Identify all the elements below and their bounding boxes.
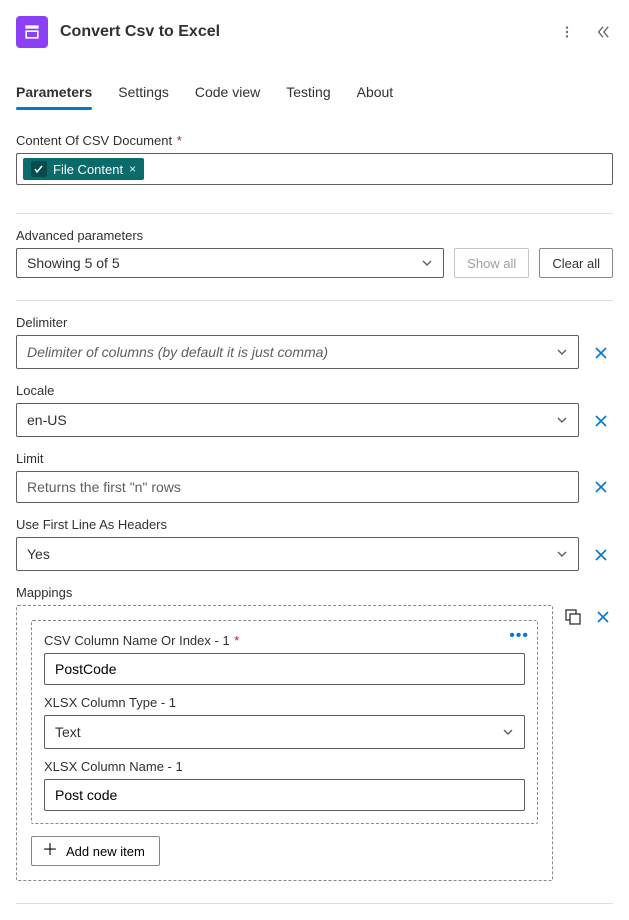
token-remove-icon[interactable]: ×: [129, 162, 136, 176]
remove-headers-button[interactable]: [589, 543, 613, 567]
content-label: Content Of CSV Document *: [16, 133, 613, 148]
locale-value: en-US: [27, 412, 67, 428]
xlsx-name-input[interactable]: [44, 779, 525, 811]
headers-label: Use First Line As Headers: [16, 517, 579, 532]
remove-locale-button[interactable]: [589, 409, 613, 433]
advanced-select[interactable]: Showing 5 of 5: [16, 248, 444, 278]
delimiter-label: Delimiter: [16, 315, 579, 330]
remove-delimiter-button[interactable]: [589, 341, 613, 365]
add-new-item-button[interactable]: ＋ Add new item: [31, 836, 160, 866]
csv-column-label: CSV Column Name Or Index - 1 *: [44, 633, 525, 648]
clear-all-button[interactable]: Clear all: [539, 248, 613, 278]
mappings-label: Mappings: [16, 585, 613, 600]
chevron-down-icon: [556, 414, 568, 426]
add-new-item-label: Add new item: [66, 844, 145, 859]
advanced-select-value: Showing 5 of 5: [27, 255, 120, 271]
more-icon[interactable]: [557, 22, 577, 42]
token-label: File Content: [53, 162, 123, 177]
limit-label: Limit: [16, 451, 579, 466]
xlsx-name-label: XLSX Column Name - 1: [44, 759, 525, 774]
headers-value: Yes: [27, 546, 50, 562]
remove-mappings-button[interactable]: [593, 607, 613, 627]
xlsx-type-label: XLSX Column Type - 1: [44, 695, 525, 710]
chevron-down-icon: [421, 257, 433, 269]
mapping-item-menu-icon[interactable]: •••: [509, 627, 529, 645]
limit-input[interactable]: [16, 471, 579, 503]
headers-select[interactable]: Yes: [16, 537, 579, 571]
content-input[interactable]: File Content ×: [16, 153, 613, 185]
csv-column-input[interactable]: [44, 653, 525, 685]
plus-icon: ＋: [42, 843, 58, 859]
xlsx-type-value: Text: [55, 724, 81, 740]
locale-select[interactable]: en-US: [16, 403, 579, 437]
token-icon: [31, 161, 47, 177]
tab-code-view[interactable]: Code view: [195, 78, 260, 110]
chevron-down-icon: [556, 548, 568, 560]
mapping-item: ••• CSV Column Name Or Index - 1 * XLSX …: [31, 620, 538, 824]
delimiter-select[interactable]: Delimiter of columns (by default it is j…: [16, 335, 579, 369]
file-content-token[interactable]: File Content ×: [23, 158, 144, 180]
show-all-button: Show all: [454, 248, 529, 278]
tab-testing[interactable]: Testing: [286, 78, 330, 110]
chevron-down-icon: [502, 726, 514, 738]
advanced-label: Advanced parameters: [16, 228, 613, 243]
xlsx-type-select[interactable]: Text: [44, 715, 525, 749]
array-toggle-icon[interactable]: [563, 607, 583, 627]
tab-settings[interactable]: Settings: [118, 78, 169, 110]
action-icon: [16, 16, 48, 48]
remove-limit-button[interactable]: [589, 475, 613, 499]
page-title: Convert Csv to Excel: [60, 23, 545, 41]
tab-about[interactable]: About: [357, 78, 394, 110]
mappings-container: ••• CSV Column Name Or Index - 1 * XLSX …: [16, 605, 553, 881]
tabs: Parameters Settings Code view Testing Ab…: [16, 78, 613, 111]
chevron-down-icon: [556, 346, 568, 358]
collapse-icon[interactable]: [593, 22, 613, 42]
locale-label: Locale: [16, 383, 579, 398]
delimiter-placeholder: Delimiter of columns (by default it is j…: [27, 344, 328, 360]
tab-parameters[interactable]: Parameters: [16, 78, 92, 110]
